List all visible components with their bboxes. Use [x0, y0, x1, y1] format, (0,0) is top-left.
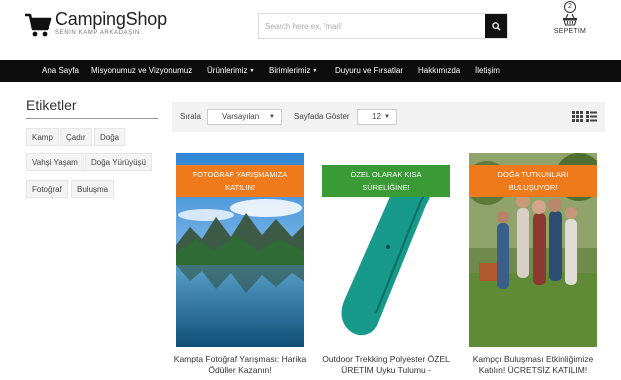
- tag-vahsi-yasam[interactable]: Vahşi Yaşam: [26, 153, 84, 171]
- list-view-icon[interactable]: [586, 111, 597, 122]
- sort-label: Sırala: [180, 112, 201, 121]
- site-logo[interactable]: CampingShop SENİN KAMP ARKADAŞIN: [24, 9, 167, 40]
- product-card[interactable]: ÖZEL OLARAK KISA SÜRELİĞİNE! Outdoor Tre…: [322, 153, 450, 375]
- nav-item-about[interactable]: Hakkımızda: [418, 60, 460, 82]
- nav-item-units[interactable]: Birimlerimiz ▼: [269, 60, 317, 82]
- chevron-down-icon: ▼: [249, 68, 255, 74]
- search-input[interactable]: [259, 14, 485, 38]
- grid-view-icon[interactable]: [572, 111, 583, 122]
- product-title[interactable]: Kampçı Buluşması Etkinliğimize Katılın! …: [465, 354, 601, 376]
- tag-doga[interactable]: Doğa: [94, 128, 126, 146]
- nav-item-mission[interactable]: Misyonumuz ve Vizyonumuz: [91, 60, 192, 82]
- shopping-cart-icon: [25, 13, 52, 37]
- main-navigation: Ana Sayfa Misyonumuz ve Vizyonumuz Ürünl…: [0, 60, 621, 82]
- chevron-down-icon: ▼: [384, 114, 390, 120]
- divider: [26, 118, 158, 119]
- basket-icon: [563, 13, 577, 26]
- nav-item-home[interactable]: Ana Sayfa: [42, 60, 79, 82]
- promo-banner: DOĞA TUTKUNLARI BULUŞUYOR!: [469, 165, 597, 197]
- per-page-label: Sayfada Göster: [294, 112, 350, 121]
- nav-item-announcements[interactable]: Duyuru ve Fırsatlar: [335, 60, 403, 82]
- search-icon: [491, 21, 501, 31]
- product-card[interactable]: FOTOĞRAF YARIŞMAMIZA KATILIN! Kampta Fot…: [174, 153, 306, 375]
- promo-banner: FOTOĞRAF YARIŞMAMIZA KATILIN!: [176, 165, 304, 197]
- promo-banner: ÖZEL OLARAK KISA SÜRELİĞİNE!: [322, 165, 450, 197]
- logo-tagline: SENİN KAMP ARKADAŞIN: [55, 30, 140, 36]
- cart-label: SEPETİM: [553, 28, 587, 35]
- tag-doga-yuruyusu[interactable]: Doğa Yürüyüşü: [85, 153, 152, 171]
- tag-cadir[interactable]: Çadır: [60, 128, 92, 146]
- nav-item-contact[interactable]: İletişim: [475, 60, 500, 82]
- tag-fotograf[interactable]: Fotoğraf: [26, 180, 68, 198]
- product-title[interactable]: Kampta Fotoğraf Yarışması: Harika Ödülle…: [172, 354, 308, 376]
- cart-count-badge: 2: [564, 1, 576, 13]
- tag-bulusma[interactable]: Buluşma: [71, 180, 115, 198]
- logo-name: CampingShop: [55, 9, 167, 29]
- product-title[interactable]: Outdoor Trekking Polyester ÖZEL ÜRETİM U…: [318, 354, 454, 376]
- search-button[interactable]: [485, 14, 507, 38]
- product-card[interactable]: DOĞA TUTKUNLARI BULUŞUYOR! Kampçı Buluşm…: [469, 153, 597, 375]
- product-toolbar: Sırala Varsayılan ▼ Sayfada Göster 12 ▼: [172, 102, 605, 132]
- tags-heading: Etiketler: [26, 97, 77, 113]
- nav-item-products[interactable]: Ürünlerimiz ▼: [207, 60, 254, 82]
- per-page-select[interactable]: 12 ▼: [357, 109, 397, 125]
- sort-select[interactable]: Varsayılan ▼: [207, 109, 282, 125]
- cart-button[interactable]: 2 SEPETİM: [552, 0, 588, 35]
- search-bar: [258, 13, 508, 39]
- chevron-down-icon: ▼: [312, 68, 318, 74]
- chevron-down-icon: ▼: [269, 114, 275, 120]
- tag-kamp[interactable]: Kamp: [26, 128, 59, 146]
